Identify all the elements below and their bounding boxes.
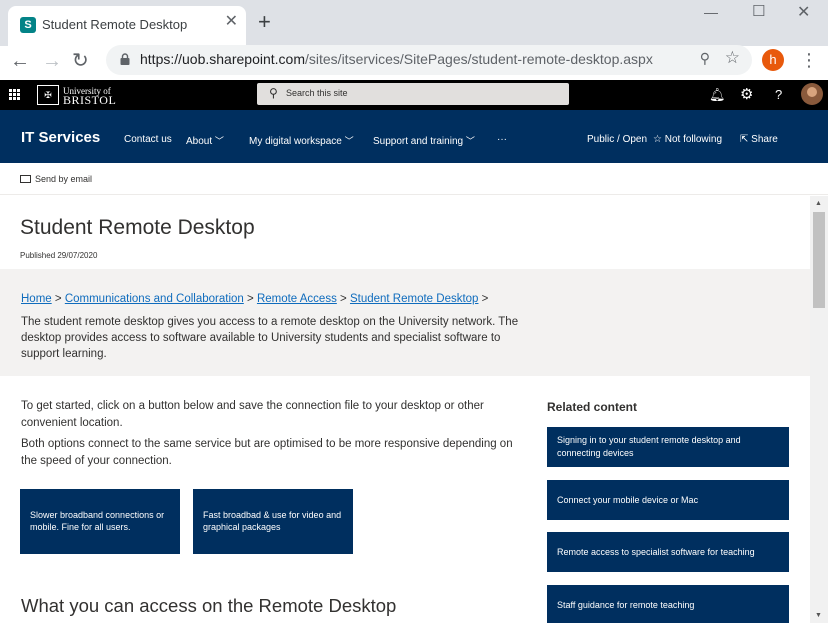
scroll-down-arrow-icon[interactable]: ▼ bbox=[815, 612, 822, 619]
page-content: Student Remote Desktop Published 29/07/2… bbox=[0, 196, 810, 623]
nav-about[interactable]: About ﹀ bbox=[186, 134, 224, 147]
back-arrow-icon[interactable]: ← bbox=[10, 49, 30, 73]
scroll-up-arrow-icon[interactable]: ▲ bbox=[815, 200, 822, 207]
url-path: /sites/itservices/SitePages/student-remo… bbox=[305, 51, 653, 67]
forward-arrow-icon[interactable]: → bbox=[42, 49, 62, 73]
logo-line-2: BRISTOL bbox=[63, 93, 117, 107]
options-text: Both options connect to the same service… bbox=[21, 438, 513, 467]
section-heading: What you can access on the Remote Deskto… bbox=[21, 595, 397, 616]
follow-button[interactable]: ☆ Not following bbox=[653, 134, 722, 145]
related-link-signing-in[interactable]: Signing in to your student remote deskto… bbox=[547, 427, 789, 467]
breadcrumb: Home > Communications and Collaboration … bbox=[21, 293, 488, 305]
help-icon[interactable]: ? bbox=[775, 86, 782, 104]
published-date: Published 29/07/2020 bbox=[20, 251, 98, 260]
site-header: IT Services Contact us About ﹀ My digita… bbox=[0, 110, 828, 163]
nav-support-and-training[interactable]: Support and training ﹀ bbox=[373, 134, 475, 147]
close-window-button[interactable]: ✕ bbox=[797, 2, 810, 22]
breadcrumb-home[interactable]: Home bbox=[21, 293, 52, 305]
bookmark-star-icon[interactable]: ☆ bbox=[725, 48, 740, 68]
maximize-window-button[interactable]: ☐ bbox=[752, 2, 765, 20]
related-link-specialist-software[interactable]: Remote access to specialist software for… bbox=[547, 532, 789, 572]
minimize-window-button[interactable]: — bbox=[704, 4, 718, 20]
share-icon: ⇱ bbox=[740, 134, 749, 145]
slower-broadband-button[interactable]: Slower broadband connections or mobile. … bbox=[20, 489, 180, 554]
search-placeholder: Search this site bbox=[286, 88, 348, 98]
crest-icon: ✠ bbox=[37, 85, 59, 105]
page-scrollbar[interactable]: ▲ ▼ bbox=[810, 196, 828, 623]
breadcrumb-separator: > bbox=[340, 293, 347, 305]
send-by-email-label: Send by email bbox=[35, 174, 93, 184]
suite-bar: ✠ University of BRISTOL ⚲ Search this si… bbox=[0, 80, 828, 110]
breadcrumb-separator: > bbox=[54, 293, 62, 305]
url-host: https://uob.sharepoint.com bbox=[140, 51, 305, 67]
browser-toolbar: ← → ↻ https://uob.sharepoint.com/sites/i… bbox=[0, 45, 828, 76]
fast-broadband-button[interactable]: Fast broadbad & use for video and graphi… bbox=[193, 489, 353, 554]
address-bar[interactable]: https://uob.sharepoint.com/sites/itservi… bbox=[106, 45, 752, 75]
settings-gear-icon[interactable]: ⚙ bbox=[740, 86, 753, 104]
tab-title: Student Remote Desktop bbox=[42, 17, 188, 32]
site-title[interactable]: IT Services bbox=[21, 129, 100, 146]
new-tab-button[interactable]: + bbox=[258, 9, 271, 35]
command-bar: Send by email bbox=[0, 163, 828, 195]
intro-text: The student remote desktop gives you acc… bbox=[21, 316, 519, 360]
nav-contact-us[interactable]: Contact us bbox=[124, 134, 172, 145]
nav-about-label: About bbox=[186, 136, 213, 147]
page-title: Student Remote Desktop bbox=[20, 216, 255, 239]
user-avatar[interactable] bbox=[801, 83, 823, 105]
zoom-icon[interactable]: ⚲ bbox=[700, 50, 710, 67]
nav-my-digital-workspace[interactable]: My digital workspace ﹀ bbox=[249, 134, 354, 147]
breadcrumb-remote-access[interactable]: Remote Access bbox=[257, 293, 337, 305]
chevron-down-icon: ﹀ bbox=[344, 136, 354, 146]
scrollbar-thumb[interactable] bbox=[813, 212, 825, 308]
app-launcher-icon[interactable] bbox=[9, 89, 20, 100]
related-content-heading: Related content bbox=[547, 400, 638, 414]
site-search-input[interactable]: ⚲ Search this site bbox=[257, 83, 569, 105]
browser-tab[interactable]: S Student Remote Desktop ✕ bbox=[8, 6, 246, 46]
mail-icon bbox=[20, 175, 31, 183]
star-icon: ☆ bbox=[653, 134, 662, 145]
profile-avatar[interactable]: h bbox=[762, 49, 784, 71]
share-label: Share bbox=[751, 134, 778, 145]
search-icon: ⚲ bbox=[269, 86, 278, 100]
notification-bell-icon[interactable]: 🔔︎ bbox=[709, 86, 726, 104]
breadcrumb-separator: > bbox=[247, 293, 254, 305]
nav-more-ellipsis[interactable]: ··· bbox=[497, 134, 507, 145]
related-link-staff-guidance[interactable]: Staff guidance for remote teaching bbox=[547, 585, 789, 623]
sharepoint-favicon-icon: S bbox=[20, 17, 36, 33]
reload-icon[interactable]: ↻ bbox=[72, 49, 89, 73]
browser-tab-strip: S Student Remote Desktop ✕ + — ☐ ✕ bbox=[0, 0, 828, 46]
browser-menu-icon[interactable]: ⋮ bbox=[800, 49, 818, 71]
share-button[interactable]: ⇱ Share bbox=[740, 134, 778, 145]
breadcrumb-communications[interactable]: Communications and Collaboration bbox=[65, 293, 244, 305]
nav-workspace-label: My digital workspace bbox=[249, 136, 342, 147]
nav-support-label: Support and training bbox=[373, 136, 464, 147]
url-text: https://uob.sharepoint.com/sites/itservi… bbox=[140, 51, 653, 67]
follow-label: Not following bbox=[664, 134, 723, 145]
chevron-down-icon: ﹀ bbox=[465, 136, 475, 146]
breadcrumb-student-remote-desktop[interactable]: Student Remote Desktop bbox=[350, 293, 479, 305]
lock-icon bbox=[120, 53, 130, 65]
public-open-label: Public / Open bbox=[587, 134, 648, 145]
chevron-down-icon: ﹀ bbox=[214, 136, 224, 146]
get-started-text: To get started, click on a button below … bbox=[21, 400, 484, 429]
close-tab-icon[interactable]: ✕ bbox=[225, 14, 238, 30]
related-link-mobile-mac[interactable]: Connect your mobile device or Mac bbox=[547, 480, 789, 520]
breadcrumb-separator: > bbox=[481, 293, 489, 305]
